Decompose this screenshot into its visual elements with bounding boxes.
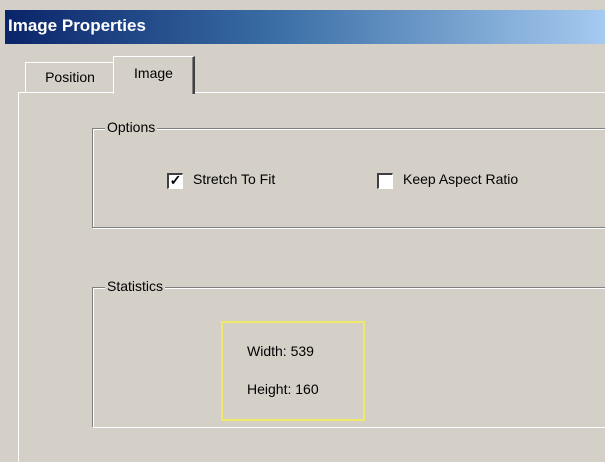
image-properties-dialog: Image Properties Position Image Options … xyxy=(0,0,605,462)
dialog-title: Image Properties xyxy=(8,16,146,35)
tab-image[interactable]: Image xyxy=(113,56,195,94)
dialog-body: Position Image xyxy=(7,44,605,462)
image-tab-panel xyxy=(18,92,605,462)
tab-image-label: Image xyxy=(134,65,173,81)
title-bar[interactable]: Image Properties xyxy=(5,10,605,44)
tab-position-label: Position xyxy=(45,69,95,85)
tab-position[interactable]: Position xyxy=(25,62,115,92)
